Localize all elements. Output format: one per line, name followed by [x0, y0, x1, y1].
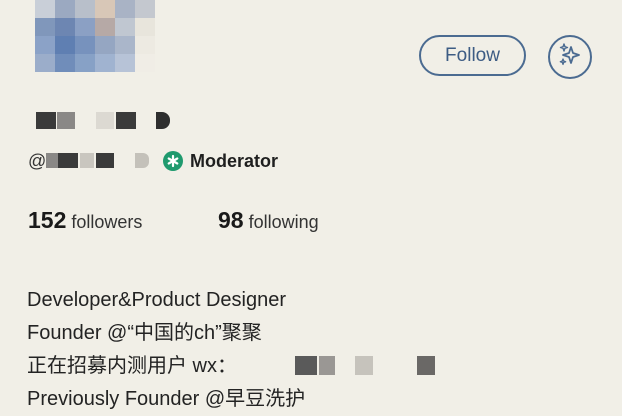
- bio-line: Founder @“中国的ch”聚聚: [27, 322, 262, 344]
- display-name-redacted: [36, 109, 186, 131]
- bio-line: Developer&Product Designer: [27, 289, 287, 311]
- ai-sparkle-button[interactable]: [548, 35, 592, 79]
- follow-button-label: Follow: [445, 44, 500, 66]
- following-count: 98: [218, 207, 244, 233]
- followers-stat[interactable]: 152 followers: [28, 207, 142, 234]
- sparkles-icon: [557, 42, 583, 73]
- handle-at-sign: @: [28, 151, 47, 171]
- profile-bio: Developer&Product Designer Founder @“中国的…: [27, 284, 435, 416]
- avatar[interactable]: [35, 0, 155, 72]
- following-label: following: [248, 212, 319, 232]
- bio-wx-text: 正在招募内测用户 wx：: [27, 355, 237, 377]
- followers-count: 152: [28, 207, 67, 233]
- asterisk-badge-icon: [163, 151, 183, 171]
- moderator-badge-label: Moderator: [190, 151, 279, 171]
- bio-line: 正在招募内测用户 wx：: [27, 350, 435, 383]
- followers-label: followers: [71, 212, 143, 232]
- following-stat[interactable]: 98 following: [218, 207, 319, 234]
- follow-button[interactable]: Follow: [419, 35, 526, 76]
- handle-row: @ Moderator: [28, 149, 348, 173]
- bio-line: Previously Founder @早豆洗护: [27, 388, 306, 410]
